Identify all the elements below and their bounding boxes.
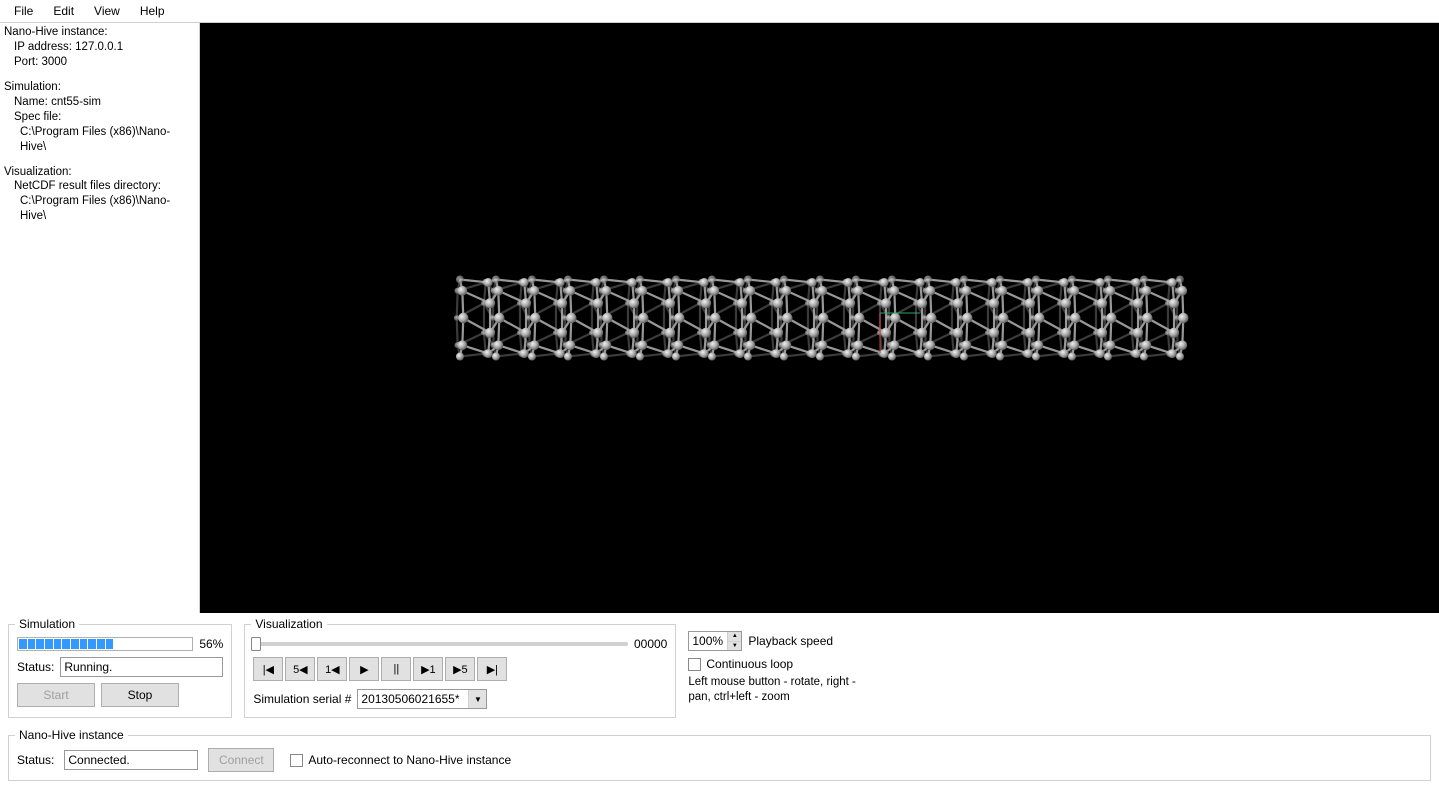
menu-file[interactable]: File <box>4 2 43 20</box>
menu-edit[interactable]: Edit <box>43 2 84 20</box>
frame-slider-thumb[interactable] <box>251 637 261 651</box>
start-button[interactable]: Start <box>17 683 95 707</box>
viewport-3d[interactable] <box>200 23 1439 613</box>
menu-view[interactable]: View <box>84 2 130 20</box>
nh-status-input <box>64 750 198 770</box>
spinner-down[interactable]: ▼ <box>728 642 741 651</box>
sim-status-input <box>60 657 223 677</box>
playback-speed-input[interactable] <box>689 632 727 650</box>
play-button[interactable]: ▶ <box>349 657 379 681</box>
simulation-group: Simulation 56% Status: Start Stop <box>8 617 232 718</box>
instance-heading: Nano-Hive instance: <box>4 25 195 40</box>
menubar: File Edit View Help <box>0 0 1439 23</box>
serial-input[interactable] <box>358 690 468 708</box>
menu-help[interactable]: Help <box>130 2 175 20</box>
connect-button[interactable]: Connect <box>208 748 274 772</box>
serial-combo[interactable]: ▼ <box>357 689 487 709</box>
spinner-up[interactable]: ▲ <box>728 632 741 642</box>
nanohive-legend: Nano-Hive instance <box>15 728 128 742</box>
netcdf-path: C:\Program Files (x86)\Nano-Hive\ <box>4 194 195 224</box>
autoreconnect-checkbox[interactable] <box>290 754 303 767</box>
nanotube-visualization <box>440 218 1200 418</box>
forward-5-button[interactable]: ▶5 <box>445 657 475 681</box>
sidebar[interactable]: Nano-Hive instance: IP address: 127.0.0.… <box>0 23 200 613</box>
progress-percent: 56% <box>199 637 223 651</box>
stop-button[interactable]: Stop <box>101 683 179 707</box>
forward-1-button[interactable]: ▶1 <box>413 657 443 681</box>
playback-speed-spinner[interactable]: ▲ ▼ <box>688 631 742 651</box>
serial-label: Simulation serial # <box>253 692 351 706</box>
mouse-hint: Left mouse button - rotate, right - pan,… <box>688 675 858 705</box>
frame-slider[interactable] <box>253 642 628 646</box>
last-frame-button[interactable]: ▶| <box>477 657 507 681</box>
spec-file-label: Spec file: <box>4 110 195 125</box>
visualization-heading: Visualization: <box>4 165 195 180</box>
simulation-progress <box>17 637 193 651</box>
nanohive-instance-group: Nano-Hive instance Status: Connect Auto-… <box>8 728 1431 781</box>
visualization-legend: Visualization <box>251 617 326 631</box>
nh-status-label: Status: <box>17 753 54 767</box>
port-label: Port: 3000 <box>4 55 195 70</box>
playback-speed-label: Playback speed <box>748 634 833 648</box>
autoreconnect-label: Auto-reconnect to Nano-Hive instance <box>308 753 511 767</box>
simulation-heading: Simulation: <box>4 80 195 95</box>
netcdf-label: NetCDF result files directory: <box>4 179 195 194</box>
frame-value: 00000 <box>634 637 667 651</box>
simulation-legend: Simulation <box>15 617 79 631</box>
back-1-button[interactable]: 1◀ <box>317 657 347 681</box>
first-frame-button[interactable]: |◀ <box>253 657 283 681</box>
back-5-button[interactable]: 5◀ <box>285 657 315 681</box>
simulation-name: Name: cnt55-sim <box>4 95 195 110</box>
visualization-group: Visualization 00000 |◀ 5◀ 1◀ ▶ || ▶1 ▶5 … <box>244 617 676 718</box>
sim-status-label: Status: <box>17 660 54 674</box>
serial-dropdown-button[interactable]: ▼ <box>468 690 486 708</box>
continuous-loop-checkbox[interactable] <box>688 658 701 671</box>
ip-address-label: IP address: 127.0.0.1 <box>4 40 195 55</box>
continuous-loop-label: Continuous loop <box>706 657 793 671</box>
spec-file-path: C:\Program Files (x86)\Nano-Hive\ <box>4 125 195 155</box>
pause-button[interactable]: || <box>381 657 411 681</box>
